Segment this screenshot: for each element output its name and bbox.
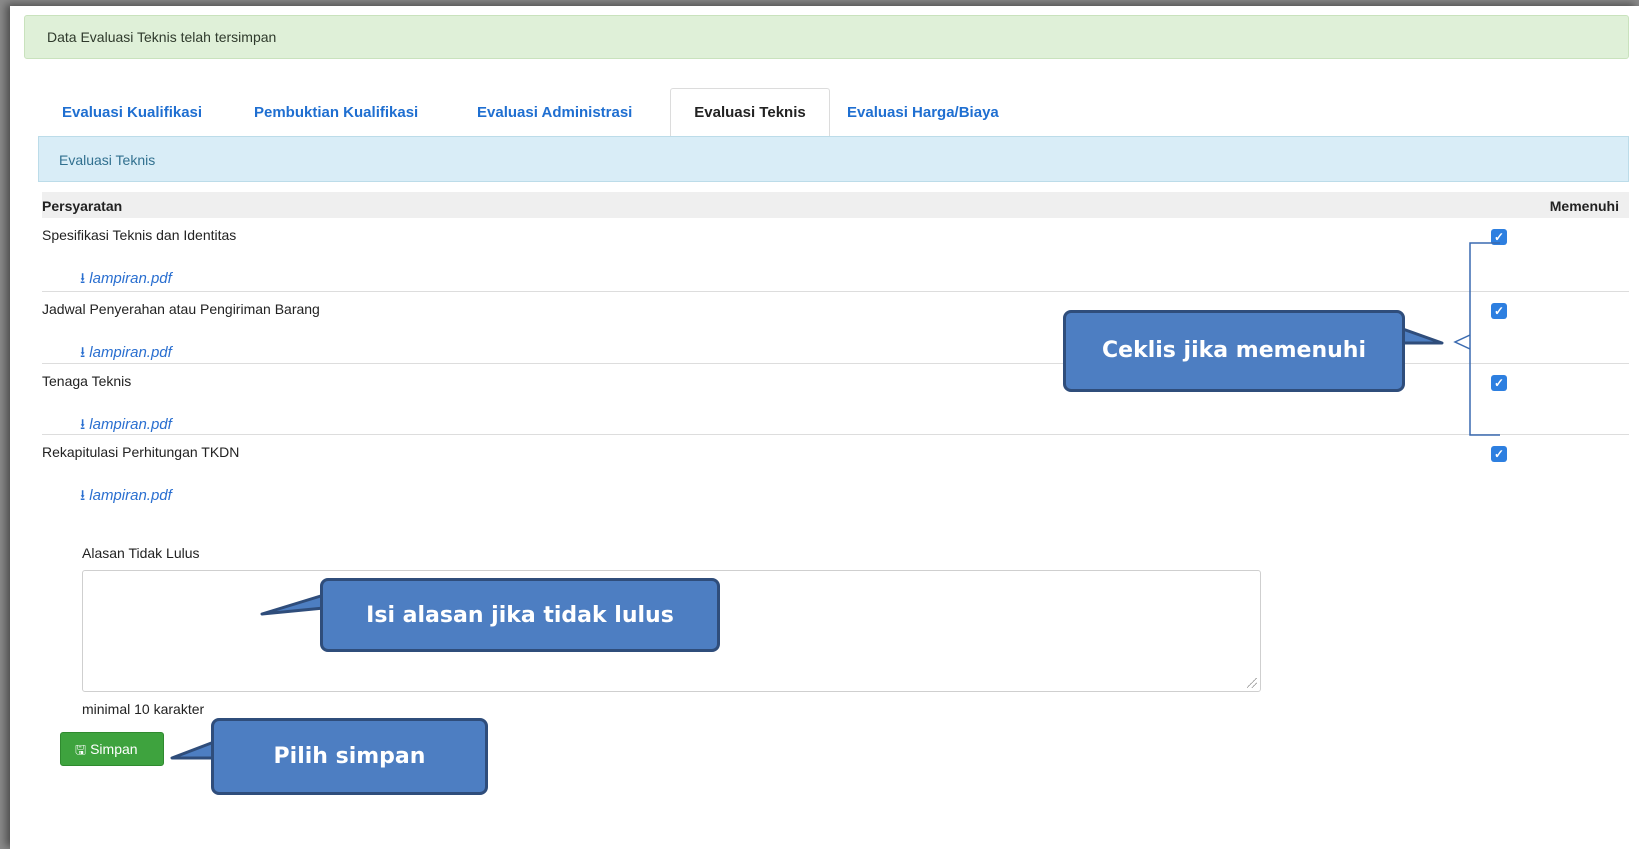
- requirement-title: Tenaga Teknis: [42, 373, 132, 389]
- download-icon: ⭳: [80, 487, 86, 504]
- meets-checkbox[interactable]: ✓: [1491, 446, 1507, 462]
- success-alert-text: Data Evaluasi Teknis telah tersimpan: [47, 29, 277, 45]
- table-header: Persyaratan Memenuhi: [42, 192, 1629, 218]
- attachment-link[interactable]: ⭳ lampiran.pdf: [80, 485, 172, 510]
- attachment-link[interactable]: ⭳ lampiran.pdf: [80, 268, 172, 293]
- callout-check-text: Ceklis jika memenuhi: [1102, 338, 1366, 363]
- requirement-title: Spesifikasi Teknis dan Identitas: [42, 227, 237, 243]
- floppy-disk-icon: 🖫: [75, 742, 87, 757]
- reason-label: Alasan Tidak Lulus: [82, 545, 200, 561]
- meets-checkbox[interactable]: ✓: [1491, 375, 1507, 391]
- requirement-title: Jadwal Penyerahan atau Pengiriman Barang: [42, 301, 320, 317]
- requirement-title: Rekapitulasi Perhitungan TKDN: [42, 444, 240, 460]
- resize-grip-icon[interactable]: [1247, 678, 1257, 688]
- tab-evaluasi-kualifikasi[interactable]: Evaluasi Kualifikasi: [62, 88, 222, 136]
- panel-heading: Evaluasi Teknis: [38, 136, 1629, 182]
- meets-checkbox[interactable]: ✓: [1491, 229, 1507, 245]
- callout-save-text: Pilih simpan: [273, 744, 426, 769]
- table-row: Rekapitulasi Perhitungan TKDN ⭳ lampiran.…: [42, 435, 1629, 515]
- success-alert: Data Evaluasi Teknis telah tersimpan: [24, 15, 1629, 59]
- tab-evaluasi-teknis[interactable]: Evaluasi Teknis: [670, 88, 830, 136]
- tab-evaluasi-harga-biaya[interactable]: Evaluasi Harga/Biaya: [847, 88, 1027, 136]
- callout-reason-instruction: Isi alasan jika tidak lulus: [320, 578, 720, 652]
- panel-title: Evaluasi Teknis: [59, 152, 156, 168]
- download-icon: ⭳: [80, 416, 86, 433]
- download-icon: ⭳: [80, 270, 86, 287]
- tab-pembuktian-kualifikasi[interactable]: Pembuktian Kualifikasi: [254, 88, 444, 136]
- reason-hint: minimal 10 karakter: [82, 701, 205, 717]
- callout-check-instruction: Ceklis jika memenuhi: [1063, 310, 1405, 392]
- save-button[interactable]: 🖫 Simpan: [60, 732, 164, 766]
- column-header-memenuhi: Memenuhi: [1549, 198, 1619, 214]
- meets-checkbox[interactable]: ✓: [1491, 303, 1507, 319]
- save-button-label: Simpan: [90, 741, 138, 757]
- column-header-persyaratan: Persyaratan: [42, 198, 123, 214]
- download-icon: ⭳: [80, 344, 86, 361]
- callout-save-instruction: Pilih simpan: [211, 718, 488, 795]
- callout-reason-text: Isi alasan jika tidak lulus: [366, 603, 674, 628]
- table-row: Spesifikasi Teknis dan Identitas ⭳ lampir…: [42, 218, 1629, 292]
- tab-evaluasi-administrasi[interactable]: Evaluasi Administrasi: [477, 88, 657, 136]
- evaluation-tabs: Evaluasi Kualifikasi Pembuktian Kualifik…: [36, 88, 1629, 136]
